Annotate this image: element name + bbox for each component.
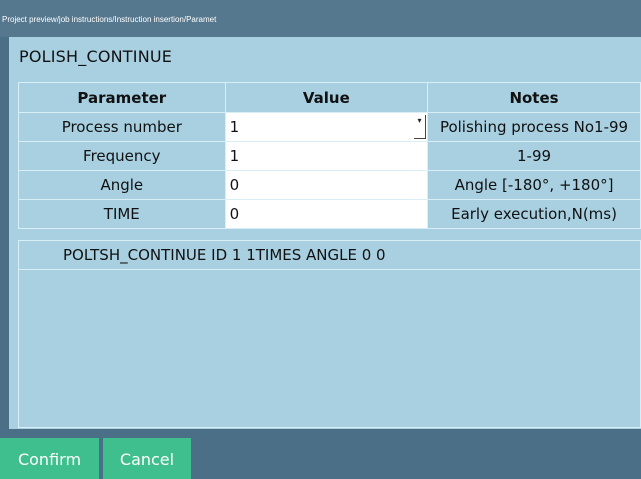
param-value: 1	[229, 118, 240, 136]
empty-content-area	[18, 270, 641, 428]
param-label: TIME	[18, 199, 226, 229]
param-notes: Angle [-180°, +180°]	[427, 170, 641, 200]
table-row: Frequency 1 1-99	[18, 141, 641, 171]
table-header-row: Parameter Value Notes	[18, 82, 641, 113]
time-input[interactable]: 0	[224, 199, 429, 229]
frequency-input[interactable]: 1	[224, 141, 429, 171]
chevron-down-icon[interactable]: ▾	[414, 115, 427, 139]
cancel-button[interactable]: Cancel	[103, 438, 191, 479]
column-header-notes: Notes	[427, 82, 641, 113]
param-notes: 1-99	[427, 141, 641, 171]
angle-input[interactable]: 0	[224, 170, 429, 200]
column-header-parameter: Parameter	[18, 82, 226, 113]
dialog-title: POLISH_CONTINUE	[19, 47, 173, 66]
process-number-select[interactable]: 1 ▾	[224, 112, 429, 142]
instruction-dialog: POLISH_CONTINUE Parameter Value Notes Pr…	[9, 37, 641, 429]
table-row: Angle 0 Angle [-180°, +180°]	[18, 170, 641, 200]
param-label: Angle	[18, 170, 226, 200]
param-notes: Polishing process No1-99	[427, 112, 641, 142]
param-notes: Early execution,N(ms)	[427, 199, 641, 229]
table-row: Process number 1 ▾ Polishing process No1…	[18, 112, 641, 142]
param-label: Process number	[18, 112, 226, 142]
instruction-preview: POLTSH_CONTINUE ID 1 1TIMES ANGLE 0 0	[18, 240, 641, 270]
table-row: TIME 0 Early execution,N(ms)	[18, 199, 641, 229]
confirm-button[interactable]: Confirm	[0, 438, 99, 479]
param-label: Frequency	[18, 141, 226, 171]
parameter-table: Parameter Value Notes Process number 1 ▾…	[18, 82, 641, 229]
breadcrumb: Project preview/job instructions/Instruc…	[0, 0, 641, 37]
column-header-value: Value	[224, 82, 429, 113]
